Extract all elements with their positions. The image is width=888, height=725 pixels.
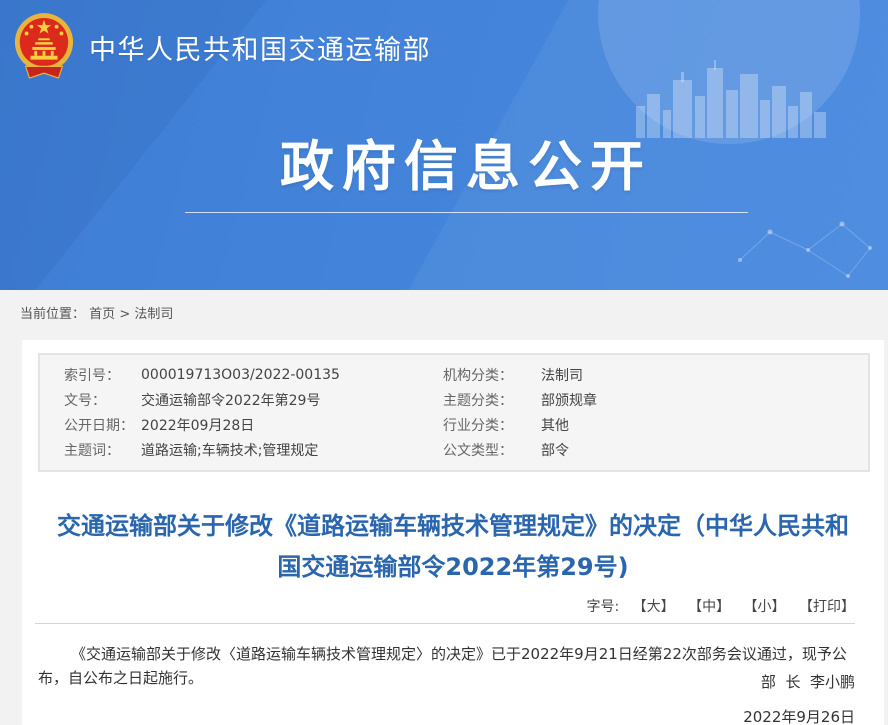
font-size-controls: 字号: 【大】 【中】 【小】 【打印】	[586, 596, 855, 616]
content-divider	[35, 623, 855, 624]
article-title-line1: 交通运输部关于修改《道路运输车辆技术管理规定》的决定（中华人民共和	[22, 506, 884, 547]
meta-label: 文号：	[40, 390, 141, 410]
content-card: 索引号： 000019713O03/2022-00135 机构分类： 法制司 文…	[22, 340, 884, 725]
meta-label: 行业分类：	[443, 415, 541, 435]
meta-label: 公文类型：	[443, 440, 541, 460]
breadcrumb: 当前位置： 首页 > 法制司	[20, 303, 173, 322]
minister-signature: 部 长 李小鹏	[761, 671, 855, 692]
city-skyline-icon	[636, 60, 832, 138]
article-body: 《交通运输部关于修改〈道路运输车辆技术管理规定〉的决定》已于2022年9月21日…	[38, 642, 854, 690]
table-row: 主题词： 道路运输;车辆技术;管理规定 公文类型： 部令	[40, 440, 868, 460]
font-small-button[interactable]: 【小】	[744, 599, 786, 615]
meta-value: 2022年09月28日	[141, 415, 443, 435]
breadcrumb-home-link[interactable]: 首页	[89, 307, 115, 322]
header-banner: 中华人民共和国交通运输部 政府信息公开	[0, 0, 888, 290]
meta-value: 部颁规章	[541, 390, 868, 410]
meta-value: 000019713O03/2022-00135	[141, 367, 443, 383]
title-underline	[185, 212, 748, 213]
table-row: 公开日期： 2022年09月28日 行业分类： 其他	[40, 415, 868, 435]
document-meta-table: 索引号： 000019713O03/2022-00135 机构分类： 法制司 文…	[38, 353, 870, 472]
breadcrumb-current[interactable]: 法制司	[134, 307, 173, 322]
table-row: 索引号： 000019713O03/2022-00135 机构分类： 法制司	[40, 365, 868, 385]
meta-value: 法制司	[541, 365, 868, 385]
article-title-line2: 国交通运输部令2022年第29号)	[22, 547, 884, 588]
breadcrumb-separator: >	[119, 307, 130, 322]
breadcrumb-label: 当前位置：	[20, 307, 85, 322]
constellation-decoration	[730, 210, 880, 288]
meta-label: 主题分类：	[443, 390, 541, 410]
site-name: 中华人民共和国交通运输部	[89, 28, 431, 67]
publish-date: 2022年9月26日	[743, 706, 855, 725]
national-emblem-icon	[13, 11, 75, 84]
meta-label: 公开日期：	[40, 415, 141, 435]
article-title: 交通运输部关于修改《道路运输车辆技术管理规定》的决定（中华人民共和 国交通运输部…	[22, 506, 884, 588]
font-medium-button[interactable]: 【中】	[688, 599, 730, 615]
meta-value: 交通运输部令2022年第29号	[141, 390, 443, 410]
site-brand[interactable]: 中华人民共和国交通运输部	[13, 11, 431, 84]
meta-label: 机构分类：	[443, 365, 541, 385]
meta-value: 其他	[541, 415, 868, 435]
banner-hero: 政府信息公开	[0, 138, 888, 213]
meta-label: 主题词：	[40, 440, 141, 460]
meta-value: 部令	[541, 440, 868, 460]
table-row: 文号： 交通运输部令2022年第29号 主题分类： 部颁规章	[40, 390, 868, 410]
meta-label: 索引号：	[40, 365, 141, 385]
font-large-button[interactable]: 【大】	[633, 599, 675, 615]
meta-value: 道路运输;车辆技术;管理规定	[141, 440, 443, 460]
print-button[interactable]: 【打印】	[799, 599, 855, 615]
page-title: 政府信息公开	[44, 138, 888, 196]
font-size-label: 字号:	[586, 599, 619, 615]
